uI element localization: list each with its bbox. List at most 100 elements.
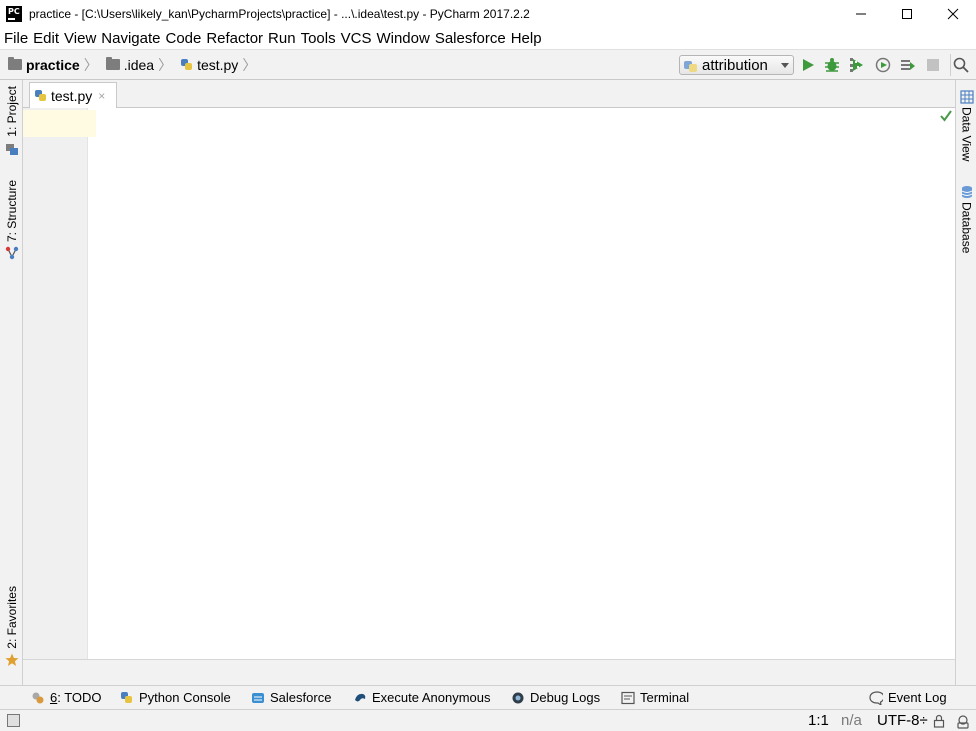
caret-position[interactable]: 1:1 <box>808 712 829 729</box>
breadcrumb-separator-icon: 〉 <box>158 56 173 73</box>
chevron-down-icon <box>781 63 789 68</box>
python-config-icon <box>684 59 698 72</box>
project-folder-icon <box>5 143 18 155</box>
data-view-tool-label: Data View <box>959 107 974 162</box>
close-icon <box>947 8 959 20</box>
minimize-icon <box>856 13 866 15</box>
menu-help[interactable]: Help <box>510 30 546 47</box>
menu-tools[interactable]: Tools <box>300 30 340 47</box>
menu-vcs[interactable]: VCS <box>340 30 376 47</box>
salesforce-icon <box>252 692 264 703</box>
execute-anonymous-label: Execute Anonymous <box>372 690 491 705</box>
debug-logs-label: Debug Logs <box>530 690 601 705</box>
menu-view[interactable]: View <box>63 30 100 47</box>
navigation-bar: practice 〉 .idea 〉 test.py 〉 attribution <box>0 49 976 80</box>
status-bar: 1:1 n/a UTF-8÷ <box>0 709 976 731</box>
menu-window[interactable]: Window <box>375 30 433 47</box>
terminal-tool-button[interactable]: Terminal <box>621 690 689 705</box>
editor-tab-label: test.py <box>51 88 93 104</box>
project-tool-label: 1: Project <box>4 86 19 137</box>
minimize-button[interactable] <box>838 0 884 28</box>
favorites-tool-label: 2: Favorites <box>4 586 19 649</box>
inspection-ok-check-icon <box>940 110 952 122</box>
file-encoding[interactable]: UTF-8÷ <box>877 712 928 729</box>
toolbar-divider <box>950 54 951 76</box>
close-window-button[interactable] <box>930 0 976 28</box>
execute-anonymous-tool-button[interactable]: Execute Anonymous <box>353 690 491 705</box>
folder-icon <box>105 57 120 70</box>
debug-logs-tool-button[interactable]: Debug Logs <box>511 690 600 705</box>
todo-tool-button[interactable]: 6: TODO <box>31 690 102 705</box>
database-tool-label: Database <box>959 202 974 254</box>
editor-tab-bar: test.py × <box>23 80 955 109</box>
menu-refactor[interactable]: Refactor <box>205 30 267 47</box>
menu-edit[interactable]: Edit <box>32 30 63 47</box>
window-title: practice - [C:\Users\likely_kan\PycharmP… <box>29 7 530 21</box>
breadcrumb-folder[interactable]: .idea 〉 <box>105 55 173 75</box>
run-configuration-label: attribution <box>702 56 768 74</box>
structure-icon <box>5 246 18 260</box>
python-file-icon <box>180 58 193 72</box>
structure-tool-tab[interactable]: 7: Structure <box>0 180 23 260</box>
run-button[interactable] <box>800 57 816 73</box>
close-tab-icon[interactable]: × <box>98 89 105 103</box>
event-log-tool-button[interactable]: Event Log <box>869 690 947 705</box>
left-tool-strip: 1: Project 7: Structure 2: Favorites <box>0 80 23 685</box>
python-file-icon <box>34 89 47 103</box>
menu-navigate[interactable]: Navigate <box>100 30 164 47</box>
right-tool-strip: Data View Database <box>955 80 976 685</box>
code-editor[interactable] <box>88 108 955 659</box>
run-icon <box>803 59 814 71</box>
todo-icon <box>32 692 44 703</box>
editor-bottom-area <box>23 659 955 685</box>
maximize-icon <box>902 9 912 19</box>
window-controls <box>838 0 976 28</box>
breadcrumb-file[interactable]: test.py 〉 <box>180 55 256 75</box>
run-configuration-dropdown[interactable]: attribution <box>679 55 794 75</box>
menu-salesforce[interactable]: Salesforce <box>434 30 510 47</box>
read-only-lock-icon[interactable] <box>932 714 946 728</box>
breadcrumb-project[interactable]: practice 〉 <box>8 55 98 75</box>
editor-tab-test-py[interactable]: test.py × <box>29 82 117 109</box>
debug-button[interactable] <box>824 57 840 73</box>
current-line-highlight <box>88 110 96 137</box>
hector-inspector-icon[interactable] <box>955 713 971 729</box>
menu-code[interactable]: Code <box>164 30 205 47</box>
tool-windows-toggle-icon[interactable] <box>7 714 20 727</box>
line-separator[interactable]: n/a <box>841 712 862 729</box>
salesforce-tool-button[interactable]: Salesforce <box>251 690 331 705</box>
stop-button[interactable] <box>925 57 941 73</box>
menu-run[interactable]: Run <box>267 30 300 47</box>
database-tool-tab[interactable]: Database <box>956 185 976 253</box>
project-tool-tab[interactable]: 1: Project <box>0 86 23 155</box>
menu-file[interactable]: File <box>3 30 32 47</box>
search-icon <box>953 57 969 73</box>
coverage-icon <box>850 58 863 72</box>
todo-mnemonic: 6 <box>50 690 58 705</box>
python-console-icon <box>121 691 132 703</box>
event-log-speech-bubble-icon <box>869 690 883 705</box>
structure-tool-label: 7: Structure <box>4 180 19 243</box>
profile-button[interactable] <box>875 57 891 73</box>
maximize-button[interactable] <box>884 0 930 28</box>
database-icon <box>961 186 972 198</box>
menu-bar: File Edit View Navigate Code Refactor Ru… <box>0 28 976 49</box>
python-console-label: Python Console <box>139 690 231 705</box>
search-everywhere-button[interactable] <box>952 56 970 74</box>
python-console-tool-button[interactable]: Python Console <box>120 690 231 705</box>
profile-icon <box>875 57 891 73</box>
pycharm-logo-icon: PC <box>6 6 22 22</box>
debug-logs-icon <box>512 692 524 703</box>
star-icon <box>5 653 18 666</box>
favorites-tool-tab[interactable]: 2: Favorites <box>0 586 23 667</box>
breadcrumb-separator-icon: 〉 <box>83 56 98 73</box>
concurrency-icon <box>901 60 915 70</box>
run-with-coverage-button[interactable] <box>849 57 865 73</box>
todo-label: : TODO <box>57 690 102 705</box>
breadcrumb-separator-icon: 〉 <box>242 56 257 73</box>
data-view-tool-tab[interactable]: Data View <box>956 90 976 161</box>
concurrency-diagram-button[interactable] <box>900 57 916 73</box>
bottom-tool-bar: 6: TODO Python Console Salesforce Execut… <box>0 685 976 709</box>
execute-anonymous-icon <box>355 693 366 701</box>
stop-icon <box>927 59 939 71</box>
